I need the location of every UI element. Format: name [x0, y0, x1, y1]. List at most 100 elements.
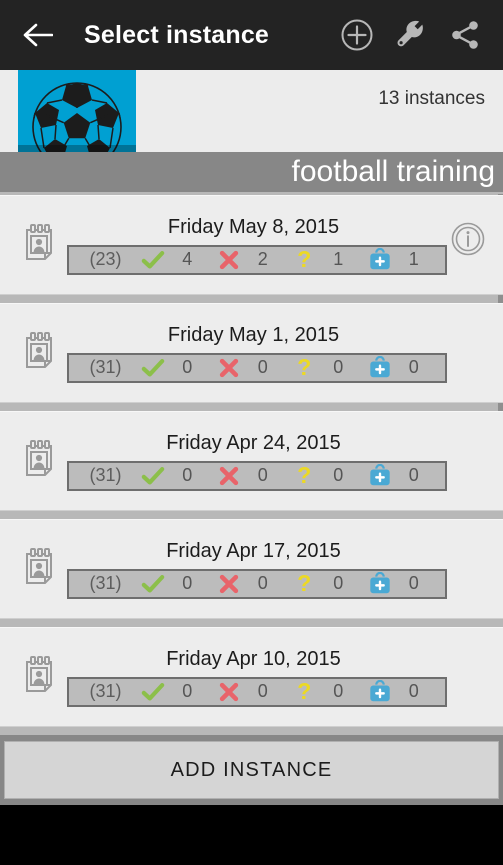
present-icon-wrap — [140, 248, 166, 272]
activity-title-band: football training — [0, 152, 503, 192]
stat-present-count: 0 — [182, 681, 193, 701]
add-instance-toolbar-button[interactable] — [333, 11, 381, 59]
stat-unknown-count: 1 — [333, 249, 344, 269]
stat-total: (31) — [89, 573, 122, 593]
share-icon — [452, 21, 478, 49]
app-screen: Select instance 13 instances football tr… — [0, 0, 503, 865]
unknown-icon-wrap: ? — [291, 680, 317, 704]
red-cross-icon — [219, 682, 238, 701]
instance-row-content: Friday May 1, 2015 (31) 0 0 ? 0 0 — [0, 304, 503, 402]
system-navigation-area — [0, 805, 503, 865]
red-cross-icon — [219, 250, 238, 269]
stat-absent-count: 0 — [257, 357, 268, 377]
instance-row-content: Friday Apr 10, 2015 (31) 0 0 ? 0 0 — [0, 628, 503, 726]
blue-medical-bag-icon — [370, 679, 390, 701]
stat-total: (31) — [89, 357, 122, 377]
stat-present-group: 0 — [137, 572, 213, 596]
instance-row[interactable]: Friday May 1, 2015 (31) 0 0 ? 0 0 — [0, 303, 503, 403]
yellow-question-icon: ? — [297, 570, 312, 596]
instance-date: Friday Apr 17, 2015 — [166, 539, 341, 562]
blue-medical-bag-icon — [370, 355, 390, 377]
stat-excused-group: 0 — [363, 571, 439, 596]
wrench-icon — [397, 20, 423, 47]
present-icon-wrap — [140, 464, 166, 488]
instance-row-content: Friday Apr 17, 2015 (31) 0 0 ? 0 0 — [0, 520, 503, 618]
excused-icon-wrap — [367, 355, 393, 380]
absent-icon-wrap — [216, 464, 242, 488]
footer-bar: ADD INSTANCE — [0, 735, 503, 805]
stat-present-count: 0 — [182, 573, 193, 593]
yellow-question-icon: ? — [297, 246, 312, 272]
share-button[interactable] — [441, 11, 489, 59]
stat-absent-count: 0 — [257, 573, 268, 593]
instance-row-content: Friday May 8, 2015 (23) 4 2 ? 1 1 — [0, 196, 503, 294]
stat-absent-group: 2 — [212, 248, 288, 272]
add-instance-button[interactable]: ADD INSTANCE — [4, 741, 499, 799]
stat-present-group: 0 — [137, 464, 213, 488]
stat-excused-group: 0 — [363, 355, 439, 380]
red-cross-icon — [219, 574, 238, 593]
stat-absent-count: 0 — [257, 465, 268, 485]
stat-unknown-count: 0 — [333, 573, 344, 593]
yellow-question-icon: ? — [297, 678, 312, 704]
instance-date: Friday Apr 24, 2015 — [166, 431, 341, 454]
stat-present-group: 4 — [137, 248, 213, 272]
stat-excused-count: 0 — [408, 357, 419, 377]
instance-row[interactable]: Friday Apr 17, 2015 (31) 0 0 ? 0 0 — [0, 519, 503, 619]
excused-icon-wrap — [367, 247, 393, 272]
green-check-icon — [141, 574, 165, 593]
stat-total: (31) — [89, 681, 122, 701]
stat-present-count: 0 — [182, 465, 193, 485]
green-check-icon — [141, 466, 165, 485]
stat-excused-count: 1 — [408, 249, 419, 269]
attendance-stats-bar[interactable]: (31) 0 0 ? 0 0 — [66, 352, 447, 383]
stat-present-group: 0 — [137, 356, 213, 380]
stat-absent-group: 0 — [212, 680, 288, 704]
absent-icon-wrap — [216, 248, 242, 272]
back-button[interactable] — [18, 15, 58, 55]
attendance-stats-bar[interactable]: (31) 0 0 ? 0 0 — [66, 568, 447, 599]
instance-count-label: 13 instances — [378, 88, 485, 109]
unknown-icon-wrap: ? — [291, 464, 317, 488]
stat-unknown-group: ? 1 — [288, 248, 364, 272]
instance-row[interactable]: Friday Apr 24, 2015 (31) 0 0 ? 0 0 — [0, 411, 503, 511]
stat-unknown-count: 0 — [333, 357, 344, 377]
green-check-icon — [141, 358, 165, 377]
attendance-stats-bar[interactable]: (31) 0 0 ? 0 0 — [66, 676, 447, 707]
stat-unknown-count: 0 — [333, 681, 344, 701]
present-icon-wrap — [140, 356, 166, 380]
instance-info-button[interactable] — [451, 222, 485, 256]
attendance-stats-bar[interactable]: (31) 0 0 ? 0 0 — [66, 460, 447, 491]
stat-total: (31) — [89, 465, 122, 485]
stat-unknown-group: ? 0 — [288, 572, 364, 596]
instance-row[interactable]: Friday Apr 10, 2015 (31) 0 0 ? 0 0 — [0, 627, 503, 727]
yellow-question-icon: ? — [297, 354, 312, 380]
unknown-icon-wrap: ? — [291, 248, 317, 272]
stat-absent-count: 0 — [257, 681, 268, 701]
excused-icon-wrap — [367, 463, 393, 488]
instance-row-content: Friday Apr 24, 2015 (31) 0 0 ? 0 0 — [0, 412, 503, 510]
absent-icon-wrap — [216, 572, 242, 596]
excused-icon-wrap — [367, 571, 393, 596]
stat-unknown-group: ? 0 — [288, 680, 364, 704]
stat-present-count: 4 — [182, 249, 193, 269]
excused-icon-wrap — [367, 679, 393, 704]
tools-button[interactable] — [387, 11, 435, 59]
stat-absent-group: 0 — [212, 464, 288, 488]
activity-title: football training — [291, 155, 495, 188]
instance-row[interactable]: Friday May 8, 2015 (23) 4 2 ? 1 1 — [0, 195, 503, 295]
instance-date: Friday May 8, 2015 — [167, 215, 340, 238]
unknown-icon-wrap: ? — [291, 356, 317, 380]
stat-excused-count: 0 — [408, 465, 419, 485]
attendance-stats-bar[interactable]: (23) 4 2 ? 1 1 — [66, 244, 447, 275]
stat-absent-group: 0 — [212, 572, 288, 596]
stat-excused-group: 0 — [363, 463, 439, 488]
blue-medical-bag-icon — [370, 571, 390, 593]
stat-unknown-group: ? 0 — [288, 464, 364, 488]
stat-present-group: 0 — [137, 680, 213, 704]
stat-excused-count: 0 — [408, 573, 419, 593]
stat-absent-group: 0 — [212, 356, 288, 380]
present-icon-wrap — [140, 680, 166, 704]
instance-list[interactable]: Friday May 8, 2015 (23) 4 2 ? 1 1 Friday… — [0, 192, 503, 735]
activity-header: 13 instances football training — [0, 70, 503, 192]
